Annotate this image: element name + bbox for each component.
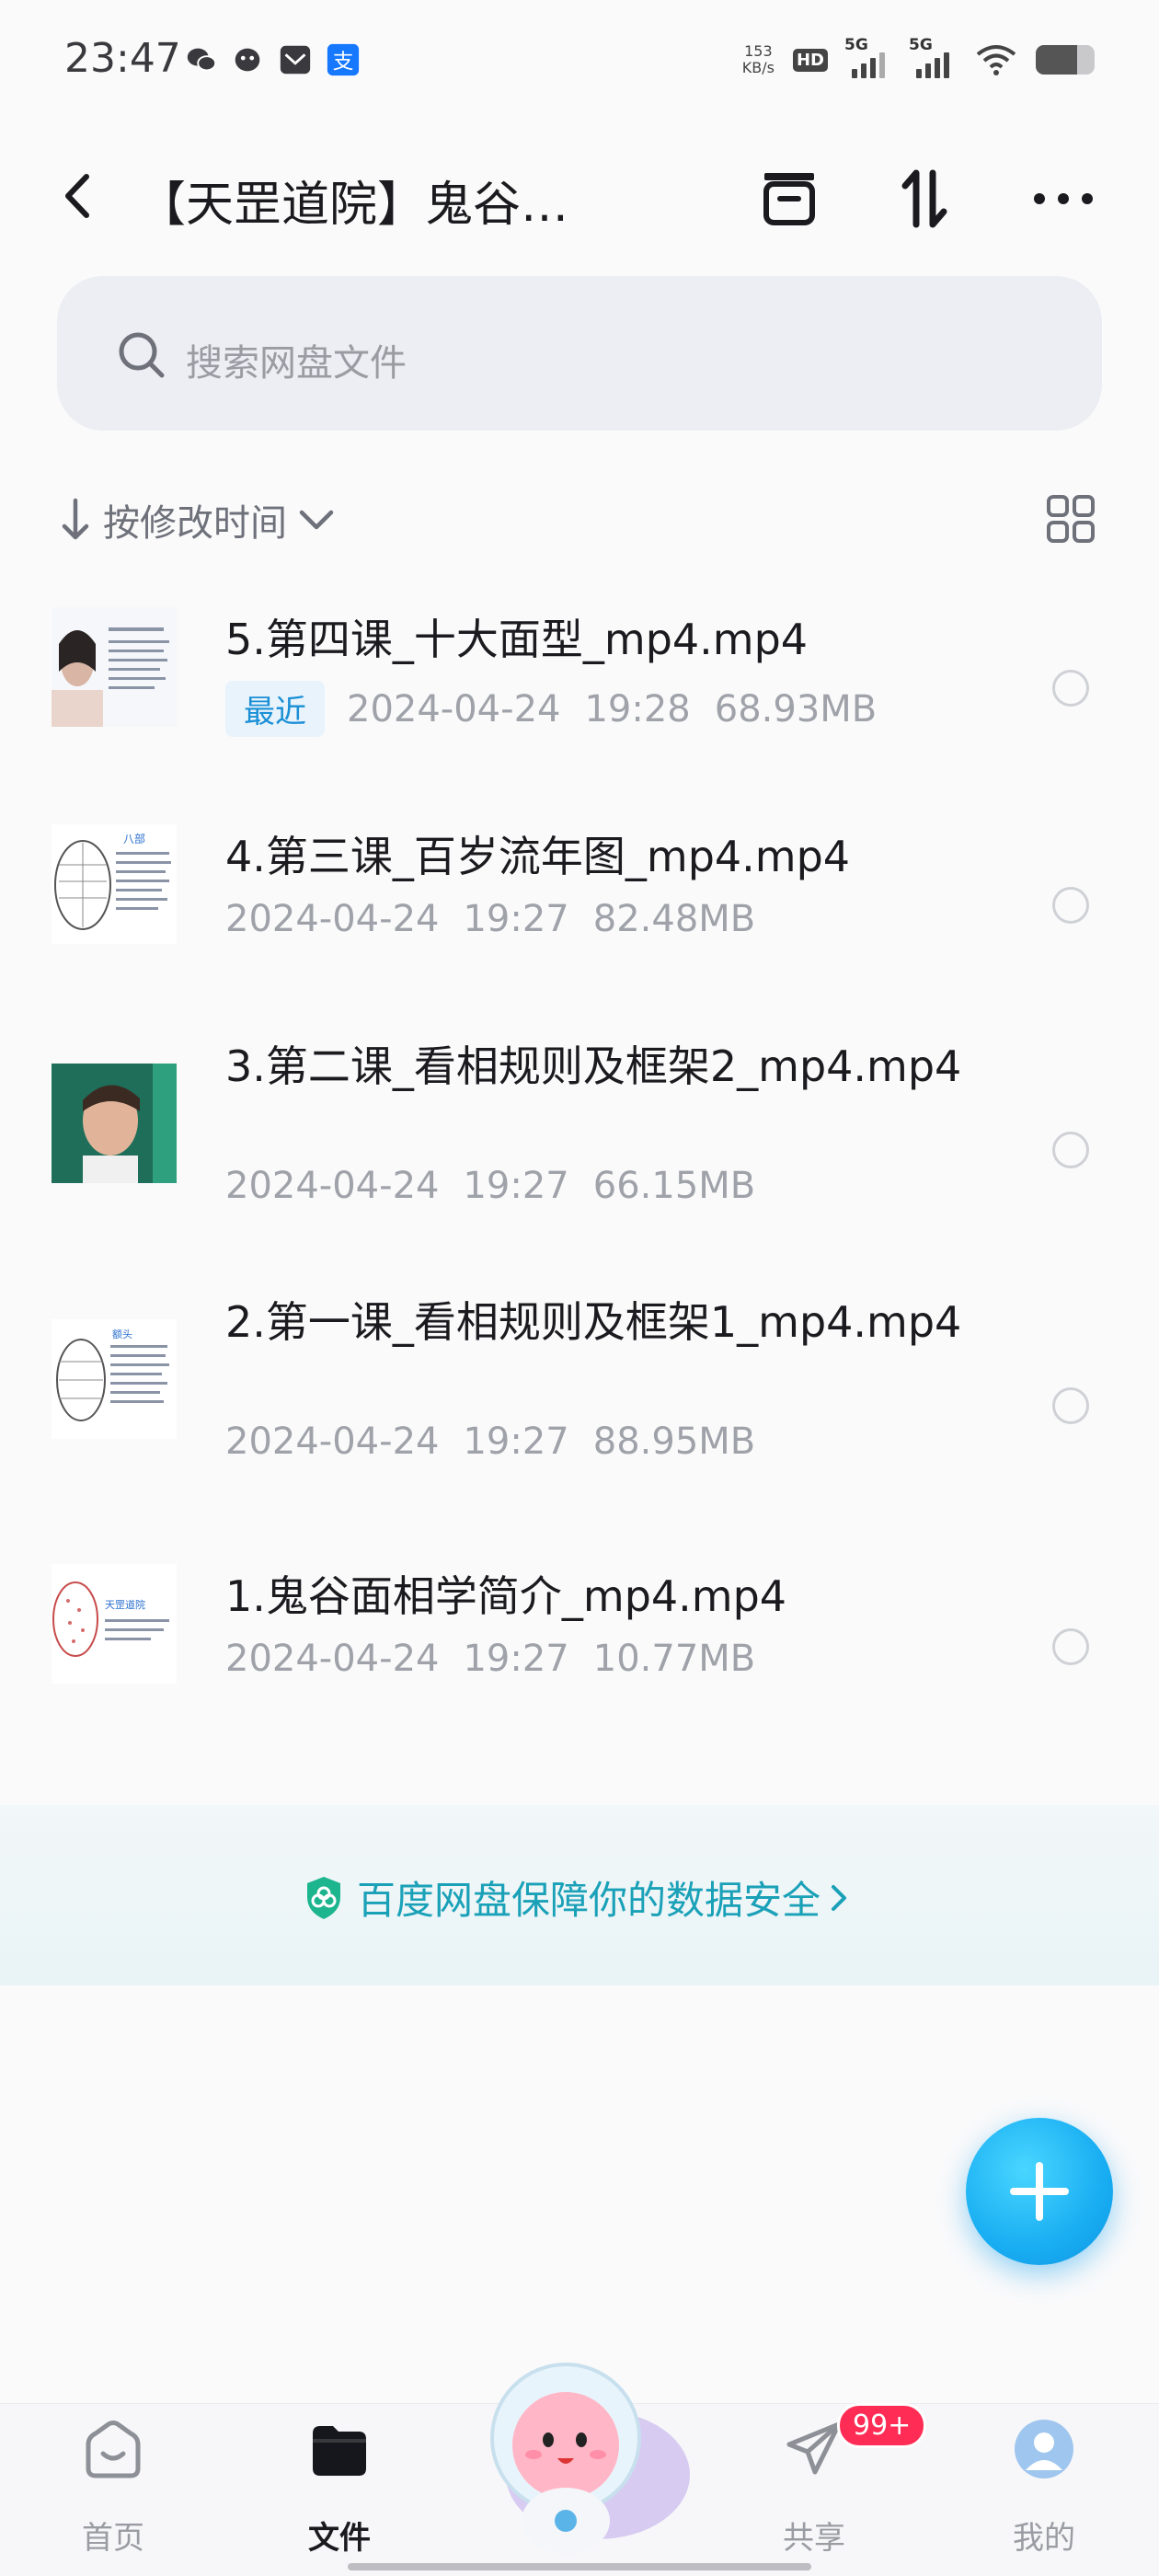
security-banner[interactable]: 百度网盘保障你的数据安全 xyxy=(0,1805,1159,1985)
add-button[interactable] xyxy=(966,2118,1113,2265)
home-indicator xyxy=(348,2563,811,2570)
signal-sim1-icon: 5G xyxy=(844,36,892,78)
file-meta: 2024-04-24 19:27 88.95MB xyxy=(225,1420,755,1463)
file-date: 2024-04-24 xyxy=(225,1638,440,1680)
nav-mine-label: 我的 xyxy=(1013,2520,1075,2557)
arrow-down-icon xyxy=(62,498,89,540)
select-checkbox[interactable] xyxy=(1052,1387,1089,1424)
top-bar: 【天罡道院】鬼谷… xyxy=(0,138,1159,248)
network-speed: 153 KB/s xyxy=(742,43,775,76)
search-placeholder: 搜索网盘文件 xyxy=(186,342,407,385)
file-meta: 2024-04-24 19:27 66.15MB xyxy=(225,1165,755,1207)
select-checkbox[interactable] xyxy=(1052,670,1089,707)
qq-icon xyxy=(235,48,260,72)
file-row[interactable]: 5.第四课_十大面型_mp4.mp4 最近 2024-04-24 19:28 6… xyxy=(0,589,1159,791)
svg-text:天罡道院: 天罡道院 xyxy=(105,1598,145,1611)
security-banner-content: 百度网盘保障你的数据安全 xyxy=(304,1869,850,1926)
signal-sim2-icon: 5G xyxy=(909,36,957,78)
alipay-icon: 支 xyxy=(327,43,360,76)
battery-icon xyxy=(1036,45,1095,75)
file-time: 19:27 xyxy=(463,1638,569,1680)
video-thumbnail xyxy=(52,1064,177,1183)
page-title: 【天罡道院】鬼谷… xyxy=(138,178,569,233)
plus-icon xyxy=(1010,2162,1069,2221)
nav-share-label: 共享 xyxy=(783,2520,845,2557)
archive-icon[interactable] xyxy=(752,162,826,236)
file-row[interactable]: 额头 2.第一课_看相规则及框架1_mp4.mp4 2024-04-24 19:… xyxy=(0,1277,1159,1525)
avatar-icon xyxy=(1015,2420,1073,2478)
select-checkbox[interactable] xyxy=(1052,887,1089,924)
status-time: 23:47 xyxy=(64,35,181,82)
nav-files[interactable]: 文件 xyxy=(270,2404,408,2576)
network-speed-unit: KB/s xyxy=(741,59,775,76)
nav-files-label: 文件 xyxy=(308,2520,371,2557)
folder-icon xyxy=(313,2426,366,2476)
video-thumbnail: 额头 xyxy=(52,1319,177,1439)
file-meta: 最近 2024-04-24 19:28 68.93MB xyxy=(225,681,877,737)
file-size: 88.95MB xyxy=(592,1420,756,1463)
search-icon xyxy=(119,332,165,378)
video-thumbnail: 八部 xyxy=(52,824,177,944)
svg-text:支: 支 xyxy=(333,51,354,75)
select-checkbox[interactable] xyxy=(1052,1132,1089,1168)
nav-home-label: 首页 xyxy=(82,2520,144,2557)
hd-indicator: HD xyxy=(792,48,828,72)
more-icon[interactable] xyxy=(1027,162,1100,236)
battery-level xyxy=(1036,45,1077,75)
home-icon xyxy=(86,2421,141,2478)
file-time: 19:27 xyxy=(463,1420,569,1463)
mail-icon xyxy=(280,45,311,75)
status-bar: 23:47 支 153 KB/s HD 5G 5G xyxy=(0,0,1159,120)
grid-view-icon[interactable] xyxy=(1045,493,1096,545)
recent-badge: 最近 xyxy=(225,681,325,737)
mascot-center-button[interactable] xyxy=(460,2337,699,2567)
file-date: 2024-04-24 xyxy=(225,1420,440,1463)
file-size: 68.93MB xyxy=(714,687,878,730)
wechat-icon xyxy=(187,48,217,72)
nav-home[interactable]: 首页 xyxy=(44,2404,182,2576)
file-time: 19:28 xyxy=(584,687,691,730)
select-checkbox[interactable] xyxy=(1052,1628,1089,1665)
back-icon[interactable] xyxy=(48,164,112,228)
svg-text:八部: 八部 xyxy=(123,832,145,845)
wifi-icon xyxy=(976,45,1016,75)
chevron-right-icon xyxy=(832,1884,847,1911)
file-date: 2024-04-24 xyxy=(347,687,561,730)
file-name: 2.第一课_看相规则及框架1_mp4.mp4 xyxy=(225,1297,962,1347)
sort-label: 按修改时间 xyxy=(103,502,287,545)
file-size: 10.77MB xyxy=(592,1638,756,1680)
shield-icon xyxy=(307,1876,340,1919)
sim1-label: 5G xyxy=(844,36,868,54)
file-meta: 2024-04-24 19:27 10.77MB xyxy=(225,1638,755,1680)
file-size: 66.15MB xyxy=(592,1165,756,1207)
file-name: 4.第三课_百岁流年图_mp4.mp4 xyxy=(225,832,851,881)
status-indicators: 153 KB/s HD 5G 5G xyxy=(742,36,1095,83)
network-speed-value: 153 xyxy=(744,42,773,60)
video-thumbnail: 天罡道院 xyxy=(52,1564,177,1684)
file-time: 19:27 xyxy=(463,898,569,940)
file-row[interactable]: 八部 4.第三课_百岁流年图_mp4.mp4 2024-04-24 19:27 … xyxy=(0,806,1159,1008)
share-count-badge: 99+ xyxy=(837,2403,927,2448)
file-time: 19:27 xyxy=(463,1165,569,1207)
svg-text:额头: 额头 xyxy=(112,1328,132,1340)
file-date: 2024-04-24 xyxy=(225,1165,440,1207)
file-meta: 2024-04-24 19:27 82.48MB xyxy=(225,898,755,940)
sim2-label: 5G xyxy=(909,36,933,54)
sort-selector[interactable]: 按修改时间 xyxy=(57,488,337,552)
file-size: 82.48MB xyxy=(592,898,756,940)
file-date: 2024-04-24 xyxy=(225,898,440,940)
file-name: 1.鬼谷面相学简介_mp4.mp4 xyxy=(225,1571,787,1621)
video-thumbnail xyxy=(52,607,177,727)
file-name: 5.第四课_十大面型_mp4.mp4 xyxy=(225,615,809,664)
security-banner-text: 百度网盘保障你的数据安全 xyxy=(357,1878,821,1923)
file-name: 3.第二课_看相规则及框架2_mp4.mp4 xyxy=(225,1041,962,1091)
sort-transfer-icon[interactable] xyxy=(889,162,962,236)
file-row[interactable]: 3.第二课_看相规则及框架2_mp4.mp4 2024-04-24 19:27 … xyxy=(0,1021,1159,1270)
file-row[interactable]: 天罡道院 1.鬼谷面相学简介_mp4.mp4 2024-04-24 19:27 … xyxy=(0,1546,1159,1748)
nav-mine[interactable]: 我的 xyxy=(975,2404,1113,2576)
chevron-down-icon xyxy=(299,510,334,530)
search-input[interactable]: 搜索网盘文件 xyxy=(57,276,1102,431)
